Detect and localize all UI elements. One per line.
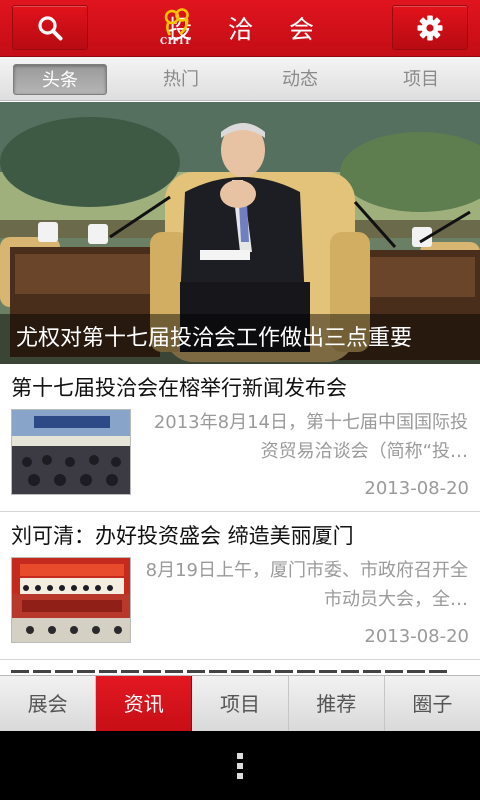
news-date: 2013-08-20 bbox=[364, 626, 469, 647]
nav-exhibition[interactable]: 展会 bbox=[0, 676, 97, 731]
featured-news-banner[interactable]: 尤权对第十七届投洽会工作做出三点重要 bbox=[0, 102, 480, 364]
nav-projects[interactable]: 项目 bbox=[192, 676, 289, 731]
app-header: CIFIT 投 洽 会 bbox=[0, 0, 480, 57]
bottom-navigation: 展会 资讯 项目 推荐 圈子 bbox=[0, 675, 480, 731]
app-logo: CIFIT 投 洽 会 bbox=[158, 6, 328, 50]
news-summary: 2013年8月14日，第十七届中国国际投资贸易洽谈会（简称“投… bbox=[153, 412, 468, 462]
nav-recommended[interactable]: 推荐 bbox=[289, 676, 385, 731]
news-title: 刘可清：办好投资盛会 缔造美丽厦门 bbox=[11, 524, 354, 548]
overflow-menu-icon[interactable] bbox=[235, 752, 245, 780]
tab-hot[interactable]: 热门 bbox=[134, 64, 228, 95]
logo-subtitle: CIFIT bbox=[160, 37, 192, 47]
news-list: 第十七届投洽会在榕举行新闻发布会 2013年8月14日，第十七届中国国际投资贸易… bbox=[0, 364, 480, 680]
tab-updates[interactable]: 动态 bbox=[253, 64, 347, 95]
search-button[interactable] bbox=[12, 5, 88, 50]
settings-button[interactable] bbox=[392, 5, 468, 50]
news-summary: 8月19日上午，厦门市委、市政府召开全市动员大会，全… bbox=[145, 560, 468, 610]
logo-emblem-icon bbox=[164, 8, 189, 36]
cifit-logo-mark: CIFIT bbox=[158, 6, 191, 50]
news-item[interactable]: 第十七届投洽会在榕举行新闻发布会 2013年8月14日，第十七届中国国际投资贸易… bbox=[0, 364, 480, 512]
tab-headlines[interactable]: 头条 bbox=[13, 64, 107, 95]
search-icon bbox=[38, 15, 63, 40]
system-navigation-bar bbox=[0, 731, 480, 800]
news-item[interactable]: 刘可清：办好投资盛会 缔造美丽厦门 8月19日上午，厦门市委、市政府召开全市动员… bbox=[0, 512, 480, 660]
featured-news-caption: 尤权对第十七届投洽会工作做出三点重要 bbox=[0, 314, 480, 364]
news-thumbnail-image bbox=[12, 558, 130, 642]
news-title: 第十七届投洽会在榕举行新闻发布会 bbox=[11, 376, 347, 400]
nav-news[interactable]: 资讯 bbox=[96, 676, 193, 731]
tab-projects[interactable]: 项目 bbox=[374, 64, 468, 95]
category-tabs: 头条 热门 动态 项目 bbox=[0, 57, 480, 101]
news-thumbnail bbox=[11, 557, 131, 643]
gear-icon bbox=[417, 15, 443, 40]
news-thumbnail-image bbox=[12, 410, 130, 494]
news-thumbnail bbox=[11, 409, 131, 495]
news-date: 2013-08-20 bbox=[364, 478, 469, 499]
nav-circles[interactable]: 圈子 bbox=[385, 676, 480, 731]
